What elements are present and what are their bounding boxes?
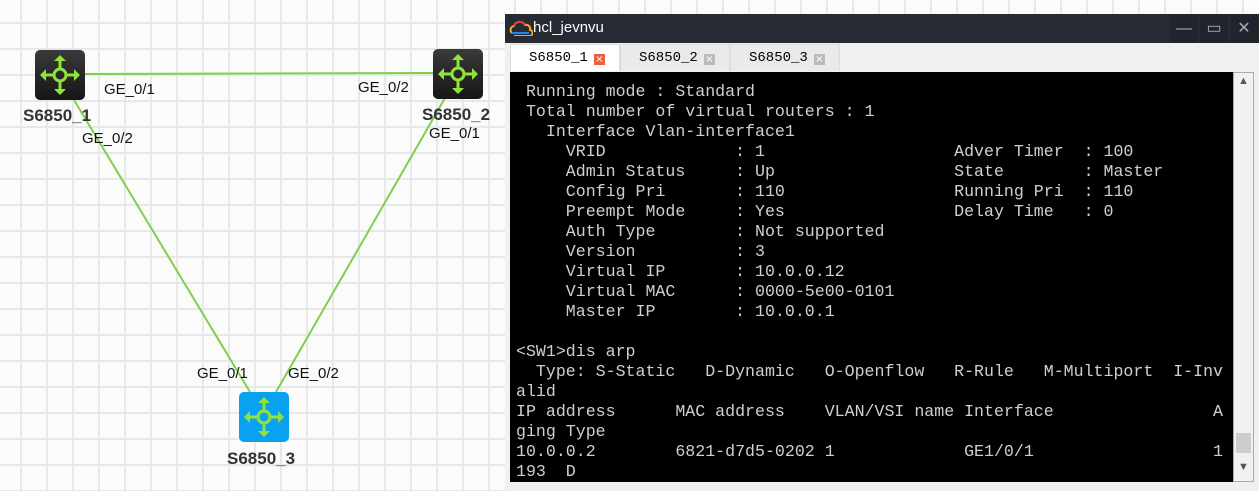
terminal-line: VRID : 1 Adver Timer : 100 [516, 142, 1134, 161]
terminal-line: Preempt Mode : Yes Delay Time : 0 [516, 202, 1114, 221]
device-label: S6850_1 [23, 106, 92, 125]
minimize-button[interactable]: — [1170, 14, 1198, 43]
terminal-line: ging Type [516, 422, 606, 441]
device-label: S6850_3 [227, 449, 296, 468]
tab-bar: S6850_1 × S6850_2 × S6850_3 × [505, 43, 1259, 71]
terminal-line: Interface Vlan-interface1 [516, 122, 795, 141]
terminal-text: Running mode : Standard Total number of … [510, 72, 1233, 482]
tab-label: S6850_1 [529, 50, 588, 66]
tab-close-icon[interactable]: × [703, 54, 715, 65]
terminal-line: 10.0.0.2 6821-d7d5-0202 1 GE1/0/1 1 [516, 442, 1224, 461]
tab-s6850-3[interactable]: S6850_3 × [730, 44, 840, 71]
tab-s6850-2[interactable]: S6850_2 × [620, 44, 730, 71]
switch-icon [438, 54, 478, 94]
link-s2-s3[interactable] [275, 97, 446, 393]
terminal-line: Admin Status : Up State : Master [516, 162, 1164, 181]
tab-close-icon[interactable]: × [813, 54, 825, 65]
terminal-line: <SW1>dis arp [516, 342, 636, 361]
tab-label: S6850_3 [749, 50, 808, 66]
scroll-up-icon[interactable]: ▲ [1234, 75, 1253, 87]
terminal-line: Version : 3 [516, 242, 765, 261]
terminal-line: Auth Type : Not supported [516, 222, 885, 241]
device-s6850-1[interactable] [35, 50, 85, 100]
port-label: GE_0/2 [82, 130, 133, 147]
title-bar[interactable]: hcl_jevnvu — ▭ ✕ [505, 14, 1259, 43]
window-title: hcl_jevnvu [533, 19, 604, 36]
terminal-line: alid [516, 382, 556, 401]
terminal-line: Type: S-Static D-Dynamic O-Openflow R-Ru… [516, 362, 1224, 381]
link-s1-s2[interactable] [83, 72, 435, 75]
terminal-line: Master IP : 10.0.0.1 [516, 302, 835, 321]
terminal-line: 193 D [516, 462, 576, 481]
terminal-line: Config Pri : 110 Running Pri : 110 [516, 182, 1134, 201]
device-s6850-3[interactable] [239, 392, 289, 442]
device-label: S6850_2 [422, 105, 491, 124]
tab-close-icon[interactable]: × [593, 54, 605, 65]
terminal-window: hcl_jevnvu — ▭ ✕ S6850_1 × S6850_2 × S6850… [505, 14, 1259, 491]
port-label: GE_0/1 [104, 81, 155, 98]
maximize-button[interactable]: ▭ [1200, 14, 1228, 43]
switch-icon [40, 55, 80, 95]
port-label: GE_0/1 [429, 125, 480, 142]
port-label: GE_0/2 [358, 79, 409, 96]
terminal-output[interactable]: Running mode : Standard Total number of … [510, 72, 1233, 482]
scrollbar[interactable]: ▲ ▼ [1233, 72, 1254, 482]
scroll-down-icon[interactable]: ▼ [1234, 461, 1253, 473]
topology-canvas[interactable]: S6850_1 S6850_2 S6850_3 GE_0/1 GE_0/2 GE… [0, 0, 505, 491]
terminal-line: Virtual MAC : 0000-5e00-0101 [516, 282, 895, 301]
terminal-line: Total number of virtual routers : 1 [516, 102, 875, 121]
switch-icon [244, 397, 284, 437]
terminal-line: IP address MAC address VLAN/VSI name Int… [516, 402, 1224, 421]
terminal-line: Virtual IP : 10.0.0.12 [516, 262, 845, 281]
port-label: GE_0/1 [197, 365, 248, 382]
port-label: GE_0/2 [288, 365, 339, 382]
terminal-line: Running mode : Standard [516, 82, 755, 101]
tab-label: S6850_2 [639, 50, 698, 66]
scrollbar-thumb[interactable] [1236, 433, 1251, 453]
close-button[interactable]: ✕ [1230, 14, 1258, 43]
device-s6850-2[interactable] [433, 49, 483, 99]
tab-s6850-1[interactable]: S6850_1 × [510, 44, 620, 71]
cloud-logo-icon [509, 20, 533, 36]
